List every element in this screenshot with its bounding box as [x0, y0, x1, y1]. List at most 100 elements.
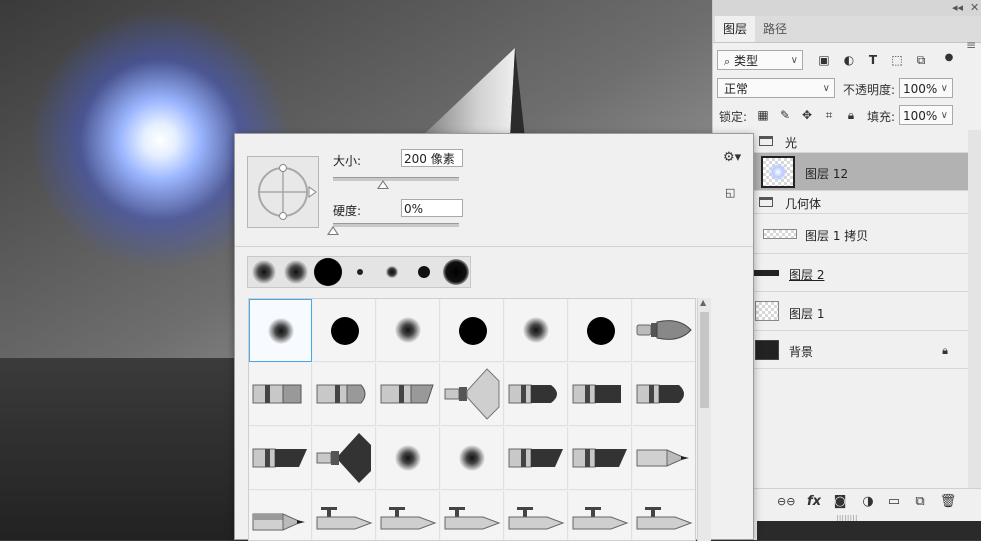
add-mask-icon[interactable]: ◙ [831, 493, 849, 511]
lock-position-icon[interactable]: ✥ [799, 107, 815, 123]
flat-dark-brush-icon [572, 384, 621, 404]
new-group-icon[interactable]: ▭ [885, 493, 903, 511]
size-slider-thumb[interactable] [377, 180, 389, 189]
soft-round-brush-icon [268, 318, 294, 344]
dark-fan-brush-icon [316, 433, 371, 483]
lock-artboard-icon[interactable]: ⌗ [821, 107, 837, 123]
new-layer-icon[interactable]: ⧉ [911, 493, 929, 511]
filter-smart-object-icon[interactable]: ⧉ [913, 52, 929, 68]
hardness-label: 硬度: [333, 204, 362, 218]
brush-preset[interactable] [569, 363, 632, 426]
fill-field[interactable]: 100% ∨ [899, 105, 953, 125]
fan-bristle-brush-icon [444, 368, 500, 420]
hard-round-brush-icon [459, 317, 487, 345]
recent-brushes-strip [247, 256, 471, 288]
lock-icon[interactable]: 🔒︎ [843, 107, 859, 123]
airbrush-icon [444, 507, 501, 530]
filter-pixel-icon[interactable]: ▣ [816, 52, 832, 68]
new-preset-icon[interactable]: ◱ [725, 186, 735, 199]
collapse-panel-icon[interactable]: ◂◂ [952, 1, 963, 14]
soft-round-brush-icon [459, 445, 485, 471]
brush-preset[interactable] [377, 363, 440, 426]
recent-brush[interactable] [280, 257, 312, 287]
chevron-down-icon: ∨ [822, 83, 830, 94]
angled-dark-brush-icon [508, 448, 563, 468]
brush-preset[interactable] [633, 491, 695, 540]
layer-name: 图层 1 拷贝 [805, 229, 869, 243]
brush-grid-scrollbar[interactable]: ▲ [697, 298, 711, 541]
layers-scrollbar[interactable] [968, 130, 981, 490]
recent-brush[interactable] [312, 257, 344, 287]
filter-type-icon[interactable]: T [865, 52, 881, 68]
brush-preset[interactable] [249, 491, 312, 540]
hardness-slider-thumb[interactable] [327, 226, 339, 235]
brush-preset[interactable] [505, 363, 568, 426]
gear-icon[interactable]: ⚙︎▾ [723, 150, 741, 165]
recent-brush[interactable] [440, 257, 472, 287]
size-slider-track[interactable] [333, 177, 459, 181]
brush-preset-grid [248, 298, 696, 541]
tab-layers[interactable]: 图层 [715, 16, 756, 42]
layer-name: 图层 2 [789, 268, 825, 282]
size-label: 大小: [333, 154, 362, 168]
brush-preset[interactable] [249, 363, 312, 426]
brush-preset[interactable] [569, 299, 632, 362]
soft-brush-icon [386, 266, 398, 278]
brush-preset[interactable] [377, 299, 440, 362]
brush-preset[interactable] [313, 299, 376, 362]
recent-brush[interactable] [248, 257, 280, 287]
lock-image-icon[interactable]: ✎ [777, 107, 793, 123]
link-layers-icon[interactable]: ⊖⊖ [777, 493, 795, 511]
brush-preset[interactable] [633, 427, 695, 490]
trash-icon[interactable]: 🗑︎ [939, 493, 957, 511]
brush-preset[interactable] [505, 427, 568, 490]
size-input[interactable]: 200 像素 [401, 149, 463, 167]
brush-preset[interactable] [505, 299, 568, 362]
filter-shape-icon[interactable]: ⬚ [889, 52, 905, 68]
blend-mode-select[interactable]: 正常 ∨ [717, 78, 835, 98]
fx-icon[interactable]: fx [805, 493, 823, 511]
recent-brush[interactable] [376, 257, 408, 287]
soft-round-brush-icon [395, 445, 421, 471]
hardness-input[interactable]: 0% [401, 199, 463, 217]
filter-adjustment-icon[interactable]: ◐ [841, 52, 857, 68]
hardness-slider-track[interactable] [333, 223, 459, 227]
airbrush-icon [636, 507, 693, 530]
brush-preset[interactable] [569, 427, 632, 490]
brush-preset[interactable] [313, 427, 376, 490]
scroll-up-icon[interactable]: ▲ [700, 298, 706, 307]
brush-preset[interactable] [249, 299, 312, 362]
filter-kind-select[interactable]: ⌕ 类型 ∨ [717, 50, 803, 70]
brush-preset-picker: 大小: 200 像素 硬度: 0% ⚙︎▾ ◱ ▲ [234, 133, 754, 541]
tab-paths[interactable]: 路径 [755, 16, 795, 42]
brush-preset[interactable] [505, 491, 568, 540]
layer-thumbnail [753, 270, 779, 276]
scrollbar-thumb[interactable] [700, 312, 709, 408]
brush-preset[interactable] [441, 299, 504, 362]
recent-brush[interactable] [344, 257, 376, 287]
brush-preset[interactable] [377, 427, 440, 490]
panel-menu-icon[interactable]: ≡ [966, 38, 976, 52]
layer-name: 几何体 [785, 197, 822, 211]
brush-preset[interactable] [249, 427, 312, 490]
adjustment-layer-icon[interactable]: ◑ [859, 493, 877, 511]
hard-round-brush-icon [331, 317, 359, 345]
filter-toggle-icon[interactable]: ● [941, 50, 957, 66]
recent-brush[interactable] [408, 257, 440, 287]
opacity-field[interactable]: 100% ∨ [899, 78, 953, 98]
brush-tip-preview[interactable] [247, 156, 319, 228]
brush-preset[interactable] [441, 491, 504, 540]
light-glow-icon [769, 163, 787, 181]
brush-preset[interactable] [569, 491, 632, 540]
chevron-down-icon: ∨ [940, 83, 948, 94]
brush-preset[interactable] [313, 491, 376, 540]
close-panel-icon[interactable]: ✕ [970, 1, 979, 14]
brush-preset[interactable] [441, 427, 504, 490]
brush-preset[interactable] [313, 363, 376, 426]
lock-transparent-icon[interactable]: ▦ [755, 107, 771, 123]
brush-preset[interactable] [377, 491, 440, 540]
lock-label: 锁定: [719, 110, 748, 124]
brush-preset[interactable] [441, 363, 504, 426]
brush-preset[interactable] [633, 363, 695, 426]
brush-preset[interactable] [633, 299, 695, 362]
